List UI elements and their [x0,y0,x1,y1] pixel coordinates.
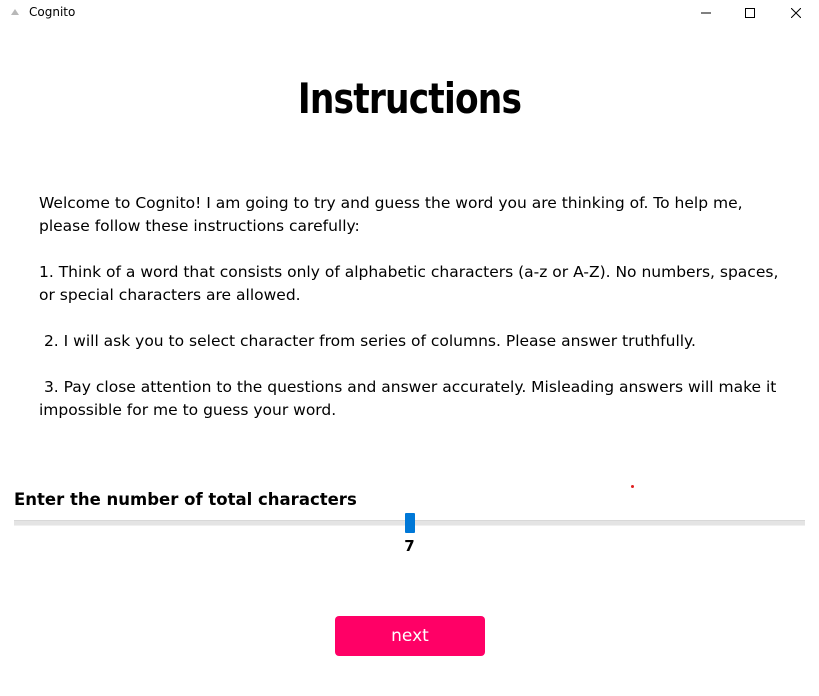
instructions-text: Welcome to Cognito! I am going to try an… [39,192,789,445]
title-bar[interactable]: Cognito [0,0,819,26]
instruction-paragraph-2: 2. I will ask you to select character fr… [39,332,696,350]
minimize-icon [701,12,711,14]
maximize-button[interactable] [727,0,773,26]
maximize-icon [745,8,755,18]
instruction-paragraph-1: 1. Think of a word that consists only of… [39,263,779,304]
next-button[interactable]: next [335,616,485,656]
decorative-dot [631,485,634,488]
slider-value: 7 [404,537,415,555]
page-title: Instructions [297,74,522,123]
slider-label: Enter the number of total characters [14,490,357,509]
instruction-paragraph-welcome: Welcome to Cognito! I am going to try an… [39,194,743,235]
close-button[interactable] [773,0,819,26]
app-window: Cognito Instructions Welcome to Cognito!… [0,0,819,696]
instruction-paragraph-3: 3. Pay close attention to the questions … [39,378,782,419]
minimize-button[interactable] [683,0,729,26]
character-count-slider-thumb[interactable] [404,513,415,533]
app-feather-icon [11,9,19,15]
close-icon [791,8,801,18]
window-title: Cognito [29,5,76,19]
